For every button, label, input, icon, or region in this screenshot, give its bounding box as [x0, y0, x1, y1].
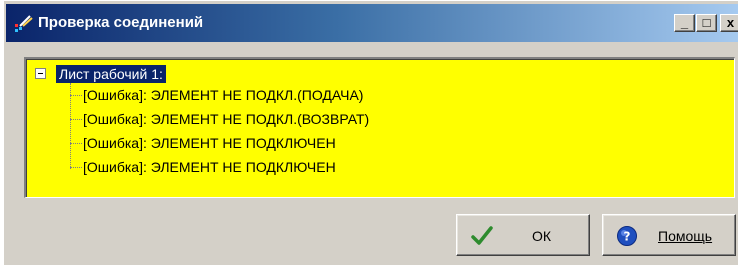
- connections-tree[interactable]: Лист рабочий 1: [Ошибка]: ЭЛЕМЕНТ НЕ ПОД…: [24, 57, 735, 198]
- help-button[interactable]: ? Помощь: [602, 214, 736, 256]
- tree-root-item[interactable]: Лист рабочий 1:: [56, 65, 166, 83]
- ok-button[interactable]: ОК: [456, 214, 590, 256]
- tree-error-item[interactable]: [Ошибка]: ЭЛЕМЕНТ НЕ ПОДКЛЮЧЕН: [83, 135, 336, 151]
- close-icon: x: [726, 15, 735, 30]
- help-label: Помощь: [658, 228, 713, 244]
- dialog-window: Проверка соединений _ □ x Лист рабочий 1…: [3, 0, 738, 265]
- minimize-button[interactable]: _: [674, 14, 695, 32]
- tree-branch-line: [70, 119, 82, 120]
- tree-branch-line: [70, 143, 82, 144]
- tree-branch-line: [70, 95, 82, 96]
- help-icon: ?: [617, 226, 637, 246]
- tree-error-item[interactable]: [Ошибка]: ЭЛЕМЕНТ НЕ ПОДКЛ.(ВОЗВРАТ): [83, 111, 369, 127]
- checkmark-icon: [471, 226, 493, 245]
- title-bar[interactable]: Проверка соединений _ □ x: [6, 4, 738, 42]
- maximize-button[interactable]: □: [696, 14, 717, 32]
- collapse-icon[interactable]: [35, 68, 46, 79]
- ok-label: ОК: [532, 228, 552, 244]
- close-button[interactable]: x: [720, 14, 738, 32]
- maximize-icon: □: [702, 15, 711, 30]
- svg-text:?: ?: [624, 230, 631, 244]
- tree-error-item[interactable]: [Ошибка]: ЭЛЕМЕНТ НЕ ПОДКЛ.(ПОДАЧА): [83, 87, 363, 103]
- tree-error-item[interactable]: [Ошибка]: ЭЛЕМЕНТ НЕ ПОДКЛЮЧЕН: [83, 159, 336, 175]
- tree-branch-line: [70, 167, 82, 168]
- window-title: Проверка соединений: [38, 14, 204, 31]
- minimize-icon: _: [680, 15, 689, 30]
- app-icon: [15, 15, 33, 32]
